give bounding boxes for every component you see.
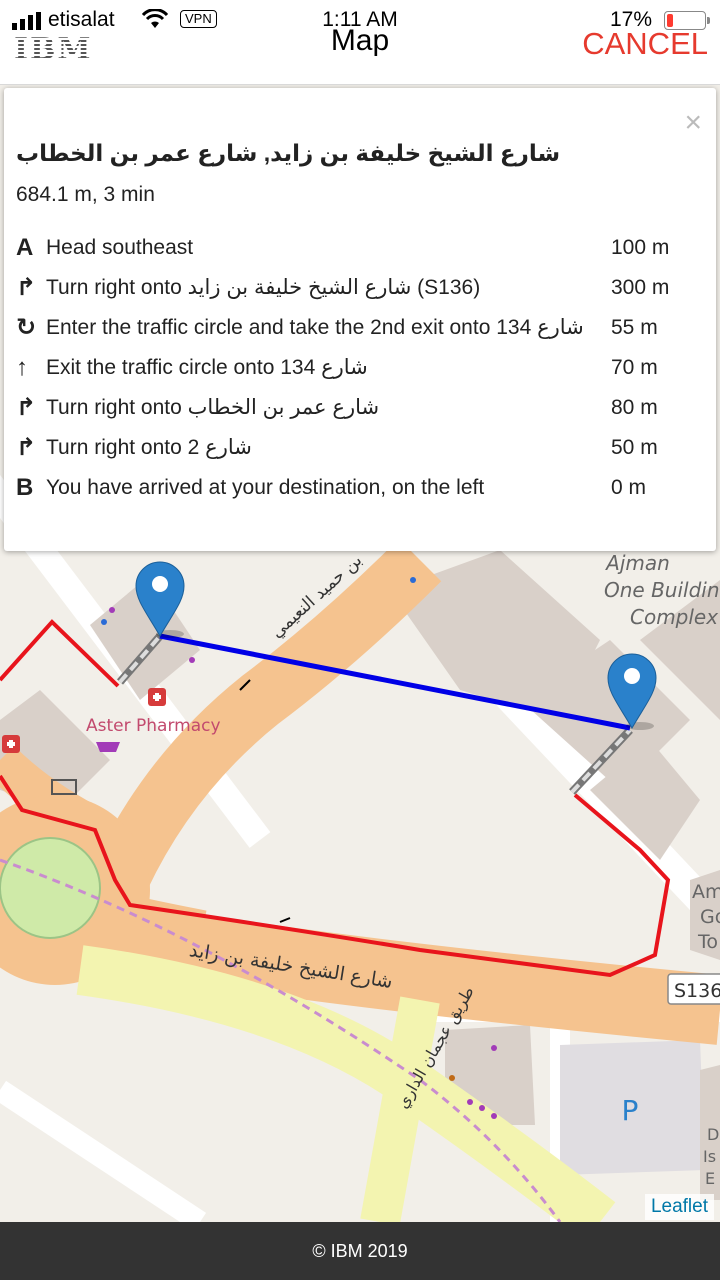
step-instruction: Head southeast — [46, 236, 194, 259]
step-instruction: Enter the traffic circle and take the 2n… — [46, 316, 584, 339]
route-name: شارع الشيخ خليفة بن زايد, شارع عمر بن ال… — [16, 140, 561, 166]
map-label-building: Complex — [630, 605, 718, 629]
step-distance: 50 m — [611, 436, 658, 459]
map-label-building: Ajman — [604, 551, 670, 575]
app-header: etisalat VPN 1:11 AM 17% IBM Map CANCEL — [0, 0, 720, 85]
directions-panel: × شارع الشيخ خليفة بن زايد, شارع عمر بن … — [4, 88, 716, 551]
copyright-text: © IBM 2019 — [312, 1241, 408, 1261]
step-instruction: You have arrived at your destination, on… — [46, 476, 485, 499]
step-distance: 80 m — [611, 396, 658, 419]
map-label-partial: Is — [703, 1147, 716, 1166]
roundabout-icon: ↻ — [16, 314, 37, 341]
step-instruction: Turn right onto شارع الشيخ خليفة بن زايد… — [46, 276, 481, 299]
leaflet-attribution-link[interactable]: Leaflet — [644, 1194, 714, 1220]
cancel-button[interactable]: CANCEL — [582, 26, 708, 62]
turn-right-icon: ↱ — [16, 274, 37, 301]
turn-right-icon: ↱ — [16, 394, 37, 421]
turn-right-icon: ↱ — [16, 434, 37, 461]
map-label-partial: Go — [700, 906, 720, 928]
table-row[interactable]: ↻ Enter the traffic circle and take the … — [16, 308, 706, 348]
map-label-partial: D — [707, 1125, 719, 1144]
battery-tip — [707, 17, 710, 24]
route-summary: 684.1 m, 3 min — [16, 183, 155, 206]
footer: © IBM 2019 — [0, 1222, 720, 1280]
shopping-cart-icon — [96, 742, 120, 752]
road-sign-label: S136 — [674, 980, 720, 1002]
step-instruction: Exit the traffic circle onto شارع 134 — [46, 356, 368, 379]
map-label-partial: Am — [692, 881, 720, 903]
table-row[interactable]: ↑ Exit the traffic circle onto شارع 134 … — [16, 348, 706, 388]
step-instruction: Turn right onto شارع عمر بن الخطاب — [46, 396, 380, 419]
table-row[interactable]: B You have arrived at your destination, … — [16, 468, 706, 508]
table-row[interactable]: ↱ Turn right onto شارع الشيخ خليفة بن زا… — [16, 268, 706, 308]
close-icon[interactable]: × — [684, 108, 702, 138]
step-distance: 55 m — [611, 316, 658, 339]
map-label-partial: To — [697, 931, 718, 953]
start-marker-icon: A — [16, 234, 34, 261]
directions-steps-table: A Head southeast 100 m ↱ Turn right onto… — [16, 228, 706, 508]
table-row[interactable]: ↱ Turn right onto شارع عمر بن الخطاب 80 … — [16, 388, 706, 428]
table-row[interactable]: A Head southeast 100 m — [16, 228, 706, 268]
step-distance: 300 m — [611, 276, 670, 299]
step-instruction: Turn right onto شارع 2 — [46, 436, 252, 459]
end-marker-icon: B — [16, 474, 34, 501]
map-label-pharmacy: Aster Pharmacy — [86, 716, 221, 736]
map-label-building: One Buildin — [604, 578, 720, 602]
step-distance: 70 m — [611, 356, 658, 379]
map-label-partial: E — [705, 1169, 715, 1188]
step-distance: 0 m — [611, 476, 647, 499]
table-row[interactable]: ↱ Turn right onto شارع 2 50 m — [16, 428, 706, 468]
straight-arrow-icon: ↑ — [16, 354, 28, 381]
parking-icon: P — [622, 1094, 639, 1127]
step-distance: 100 m — [611, 236, 670, 259]
